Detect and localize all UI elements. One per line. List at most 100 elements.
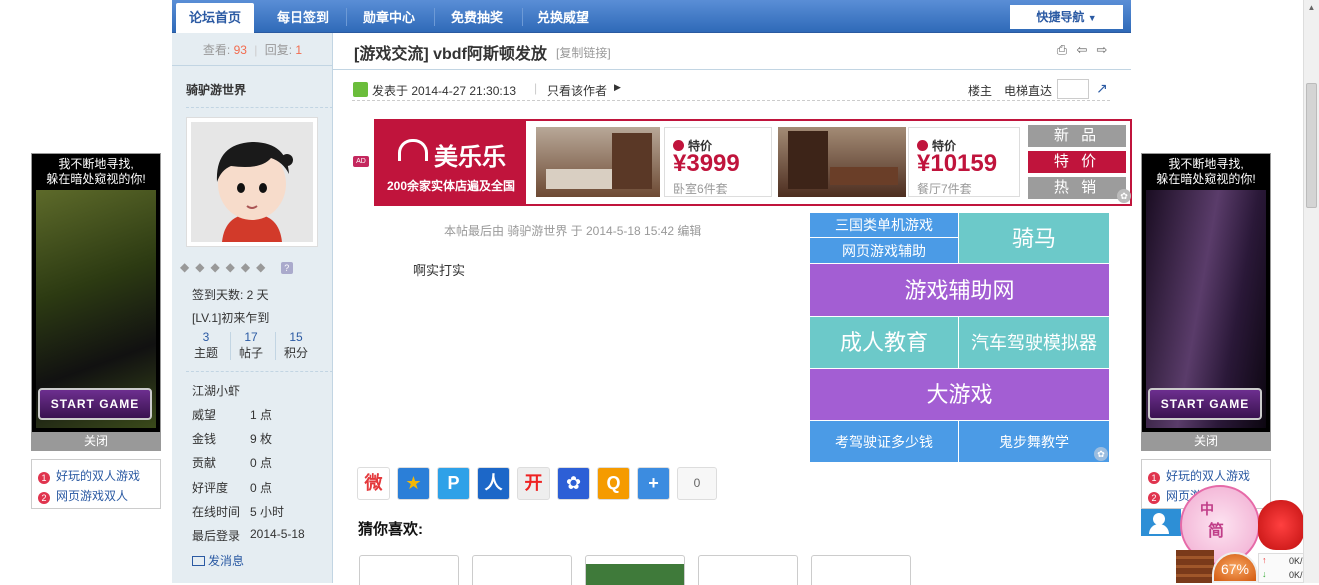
nav-item-daily-checkin[interactable]: 每日签到: [264, 3, 342, 33]
stat-points[interactable]: 15 积分: [276, 330, 316, 361]
copy-link-button[interactable]: [复制链接]: [556, 44, 611, 61]
tile-ad-link[interactable]: 游戏辅助网: [810, 264, 1110, 317]
jump-go-icon[interactable]: ↗: [1096, 80, 1108, 97]
floor-jump-input[interactable]: [1057, 79, 1089, 99]
meta-separator: |: [534, 81, 538, 95]
cabinet-shape: [788, 131, 828, 189]
ad-link[interactable]: 1 好玩的双人游戏: [1148, 467, 1250, 484]
user-icon[interactable]: [1141, 509, 1181, 536]
left-side-ad[interactable]: 我不断地寻找, 躲在暗处窥视的你! START GAME 关闭: [31, 153, 161, 451]
cat-mascot-icon[interactable]: [1258, 500, 1304, 550]
quick-nav-dropdown[interactable]: 快捷导航 ▼: [1010, 5, 1123, 29]
stat-label: 积分: [283, 346, 308, 360]
thread-stats: 查看: 93 | 回复: 1: [172, 41, 333, 58]
scrollbar-thumb[interactable]: [1306, 83, 1317, 208]
offer-card-1: 特价 ¥3999 卧室6件套: [664, 127, 772, 197]
ad-link[interactable]: 2网页游戏双人: [38, 487, 128, 504]
nav-separator: [346, 8, 347, 26]
upload-arrow-icon: ↑: [1262, 555, 1267, 565]
start-game-button[interactable]: START GAME: [38, 388, 152, 420]
ad-link[interactable]: 1 好玩的双人游戏: [38, 467, 140, 484]
share-count: 0: [677, 467, 717, 500]
tab-hot[interactable]: 热 销: [1028, 177, 1126, 199]
user-level[interactable]: [LV.1]初来乍到: [192, 309, 269, 326]
bedroom-photo: [536, 127, 660, 197]
rank-gems: ◆◆◆◆◆◆ ?: [180, 260, 330, 274]
stat-threads[interactable]: 3 主题: [186, 330, 226, 361]
qzone-share-icon[interactable]: ★: [397, 467, 430, 500]
field-value: 0 点: [250, 481, 273, 495]
user-rank: 江湖小虾: [192, 384, 241, 398]
tile-ad-link[interactable]: 汽车驾驶模拟器: [959, 317, 1110, 369]
tab-new[interactable]: 新 品: [1028, 125, 1126, 147]
basket-icon: [1176, 550, 1214, 583]
quick-nav-label: 快捷导航: [1036, 10, 1085, 24]
wardrobe-shape: [612, 133, 652, 189]
field-label: 威望: [192, 408, 217, 422]
recommend-thumb[interactable]: [472, 555, 572, 585]
divider: [172, 65, 333, 66]
page-scrollbar[interactable]: ▲: [1303, 0, 1319, 583]
ad-banner[interactable]: 美乐乐 200余家实体店遍及全国 特价 ¥3999 卧室6件套 特价 ¥1015…: [374, 119, 1132, 206]
brand-panel: 美乐乐 200余家实体店遍及全国: [376, 121, 526, 204]
start-game-button[interactable]: START GAME: [1148, 388, 1262, 420]
author-name[interactable]: 骑驴游世界: [186, 81, 246, 98]
help-icon[interactable]: ?: [280, 262, 293, 274]
tile-ad-link[interactable]: 鬼步舞教学: [959, 421, 1110, 463]
close-ad-button[interactable]: 关闭: [1142, 432, 1270, 450]
next-thread-icon[interactable]: ⇨: [1095, 43, 1109, 57]
renren-share-icon[interactable]: 人: [477, 467, 510, 500]
baidu-share-icon[interactable]: ✿: [557, 467, 590, 500]
recommend-thumb[interactable]: [585, 555, 685, 585]
print-icon[interactable]: ⎙: [1055, 43, 1069, 57]
more-share-icon[interactable]: +: [637, 467, 670, 500]
avatar[interactable]: [186, 117, 318, 247]
divider: [186, 107, 333, 108]
send-message-link[interactable]: 发消息: [192, 552, 244, 569]
kaixin-share-icon[interactable]: 开: [517, 467, 550, 500]
widget-label: 中: [1200, 501, 1214, 517]
stat-value: 3: [202, 330, 210, 344]
paw-icon[interactable]: ✿: [1117, 189, 1131, 203]
author-stats: 3 主题 17 帖子 15 积分: [186, 330, 316, 366]
recommend-thumb[interactable]: [359, 555, 459, 585]
tile-ad-link[interactable]: 成人教育: [810, 317, 959, 369]
mail-icon: [192, 556, 205, 566]
tencent-weibo-share-icon[interactable]: P: [437, 467, 470, 500]
field-label: 贡献: [192, 456, 217, 470]
only-author-link[interactable]: 只看该作者: [547, 82, 607, 99]
offer-price: ¥10159: [917, 150, 998, 177]
nav-item-exchange[interactable]: 兑换威望: [524, 3, 602, 33]
tile-ad-link[interactable]: 大游戏: [810, 369, 1110, 421]
tile-ad-link[interactable]: 网页游戏辅助: [810, 238, 959, 264]
field-label: 好评度: [192, 481, 229, 495]
paw-icon[interactable]: ✿: [1094, 447, 1108, 461]
recommend-thumb[interactable]: [811, 555, 911, 585]
tab-special[interactable]: 特 价: [1028, 151, 1126, 173]
top-nav-bar: 论坛首页 每日签到 勋章中心 免费抽奖 兑换威望: [172, 0, 1131, 33]
right-side-ad[interactable]: 我不断地寻找, 躲在暗处窥视的你! START GAME 关闭: [1141, 153, 1271, 451]
nav-item-free-lottery[interactable]: 免费抽奖: [438, 3, 516, 33]
post-meta-bar: 发表于 2014-4-27 21:30:13 | 只看该作者 ▶ 楼主 电梯直达…: [352, 79, 1110, 101]
tile-ad-link[interactable]: 三国类单机游戏: [810, 213, 959, 238]
close-ad-button[interactable]: 关闭: [32, 432, 160, 450]
replies-label: 回复:: [264, 43, 293, 57]
nav-item-medal-center[interactable]: 勋章中心: [350, 3, 428, 33]
left-ad-links: 1 好玩的双人游戏 2 网页游戏双人: [31, 459, 161, 509]
scroll-up-icon[interactable]: ▲: [1306, 2, 1317, 13]
ad-caption: 我不断地寻找, 躲在暗处窥视的你!: [46, 157, 146, 186]
qq-share-icon[interactable]: Q: [597, 467, 630, 500]
post-body: 啊实打实: [413, 263, 466, 278]
nav-item-forum-home[interactable]: 论坛首页: [176, 3, 254, 33]
elevator-label: 电梯直达: [1004, 84, 1053, 98]
table-shape: [830, 167, 898, 185]
stats-separator: |: [254, 43, 258, 57]
stat-posts[interactable]: 17 帖子: [231, 330, 271, 361]
tile-ad-link[interactable]: 骑马: [959, 213, 1110, 264]
offer-desc: 餐厅7件套: [917, 182, 972, 196]
previous-thread-icon[interactable]: ⇦: [1075, 43, 1089, 57]
tile-ad-link[interactable]: 考驾驶证多少钱: [810, 421, 959, 463]
recommend-thumb[interactable]: [698, 555, 798, 585]
arrow-right-icon: ▶: [614, 82, 621, 92]
weibo-share-icon[interactable]: 微: [357, 467, 390, 500]
